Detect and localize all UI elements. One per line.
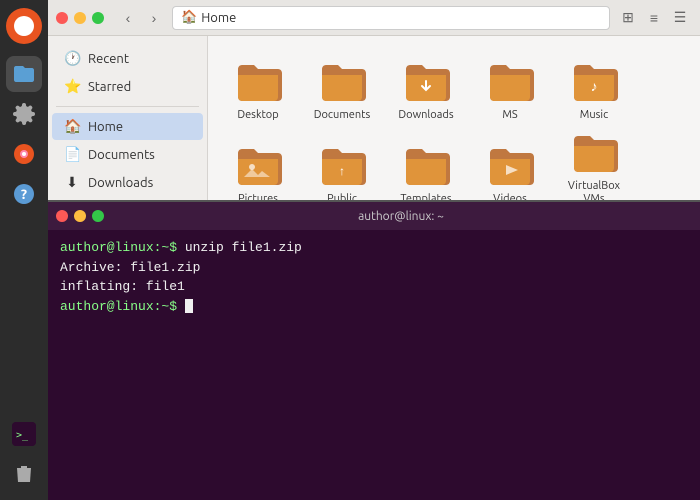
recent-icon: 🕐 [64, 50, 80, 67]
dock-icon-terminal[interactable]: >_ [6, 416, 42, 452]
terminal-maximize-button[interactable] [92, 210, 104, 222]
terminal-output-1: Archive: file1.zip [60, 260, 200, 275]
terminal-minimize-button[interactable] [74, 210, 86, 222]
terminal-prompt-1: author@linux:~$ [60, 240, 185, 255]
file-item-music[interactable]: ♪ Music [554, 46, 634, 126]
dock-icon-music[interactable] [6, 136, 42, 172]
file-item-ms[interactable]: MS [470, 46, 550, 126]
titlebar-actions: ⊞ ≡ ☰ [616, 6, 692, 30]
sidebar-divider-1 [56, 106, 199, 107]
nav-buttons: ‹ › [116, 6, 166, 30]
terminal-titlebar: author@linux: ~ [48, 202, 700, 230]
forward-button[interactable]: › [142, 6, 166, 30]
downloads-icon: ⬇ [64, 174, 80, 191]
sidebar-label-downloads: Downloads [88, 176, 153, 190]
terminal-window: author@linux: ~ author@linux:~$ unzip fi… [48, 200, 700, 500]
sidebar-item-recent[interactable]: 🕐 Recent [52, 45, 203, 72]
dock-icon-ubuntu[interactable] [6, 8, 42, 44]
file-item-documents[interactable]: Documents [302, 46, 382, 126]
terminal-cursor [185, 299, 193, 313]
terminal-close-button[interactable] [56, 210, 68, 222]
view-toggle-button[interactable]: ≡ [642, 6, 666, 30]
terminal-output-2: inflating: file1 [60, 279, 185, 294]
file-item-downloads[interactable]: Downloads [386, 46, 466, 126]
ms-folder-icon [486, 59, 534, 107]
file-item-public[interactable]: ↑ Public [302, 130, 382, 210]
pictures-folder-icon [234, 143, 282, 191]
minimize-button[interactable] [74, 12, 86, 24]
documents-folder-icon [318, 59, 366, 107]
sidebar-label-home: Home [88, 120, 123, 134]
terminal-prompt-2: author@linux:~$ [60, 299, 185, 314]
terminal-title: author@linux: ~ [110, 210, 692, 223]
path-bar[interactable]: 🏠 Home [172, 6, 610, 30]
file-item-videos[interactable]: Videos [470, 130, 550, 210]
dock-icon-trash[interactable] [6, 456, 42, 492]
terminal-line-1: author@linux:~$ unzip file1.zip [60, 238, 688, 258]
documents-label: Documents [314, 109, 371, 122]
sidebar-item-documents[interactable]: 📄 Documents [52, 141, 203, 168]
downloads-folder-icon [402, 59, 450, 107]
virtualbox-folder-icon [570, 130, 618, 178]
file-item-pictures[interactable]: Pictures [218, 130, 298, 210]
sidebar-item-home[interactable]: 🏠 Home [52, 113, 203, 140]
terminal-line-3: inflating: file1 [60, 277, 688, 297]
desktop-folder-icon [234, 59, 282, 107]
terminal-line-2: Archive: file1.zip [60, 258, 688, 278]
path-text: Home [201, 11, 236, 25]
titlebar: ‹ › 🏠 Home ⊞ ≡ ☰ [48, 0, 700, 36]
file-item-desktop[interactable]: Desktop [218, 46, 298, 126]
music-label: Music [580, 109, 608, 122]
downloads-label: Downloads [398, 109, 453, 122]
terminal-line-4: author@linux:~$ [60, 297, 688, 317]
svg-text:?: ? [21, 186, 27, 202]
desktop-label: Desktop [237, 109, 278, 122]
ms-label: MS [502, 109, 517, 122]
menu-button[interactable]: ☰ [668, 6, 692, 30]
terminal-body[interactable]: author@linux:~$ unzip file1.zip Archive:… [48, 230, 700, 500]
view-options-button[interactable]: ⊞ [616, 6, 640, 30]
starred-icon: ⭐ [64, 78, 80, 95]
close-button[interactable] [56, 12, 68, 24]
sidebar-label-starred: Starred [88, 80, 131, 94]
sidebar-label-documents: Documents [88, 148, 155, 162]
file-item-virtualbox[interactable]: VirtualBox VMs [554, 130, 634, 210]
videos-folder-icon [486, 143, 534, 191]
home-icon: 🏠 [64, 118, 80, 135]
music-folder-icon: ♪ [570, 59, 618, 107]
dock: ? >_ [0, 0, 48, 500]
public-folder-icon: ↑ [318, 143, 366, 191]
svg-text:↑: ↑ [339, 165, 345, 178]
dock-icon-settings[interactable] [6, 96, 42, 132]
svg-text:>_: >_ [16, 430, 29, 441]
sidebar-item-starred[interactable]: ⭐ Starred [52, 73, 203, 100]
file-manager: ‹ › 🏠 Home ⊞ ≡ ☰ 🕐 Recent ⭐ Starred [48, 0, 700, 500]
sidebar-label-recent: Recent [88, 52, 129, 66]
templates-folder-icon [402, 143, 450, 191]
dock-icon-files[interactable] [6, 56, 42, 92]
file-item-templates[interactable]: Templates [386, 130, 466, 210]
documents-icon: 📄 [64, 146, 80, 163]
back-button[interactable]: ‹ [116, 6, 140, 30]
sidebar-item-downloads[interactable]: ⬇ Downloads [52, 169, 203, 196]
dock-icon-help[interactable]: ? [6, 176, 42, 212]
svg-text:♪: ♪ [591, 78, 598, 94]
terminal-cmd-1: unzip file1.zip [185, 240, 302, 255]
path-icon: 🏠 [181, 10, 197, 25]
maximize-button[interactable] [92, 12, 104, 24]
